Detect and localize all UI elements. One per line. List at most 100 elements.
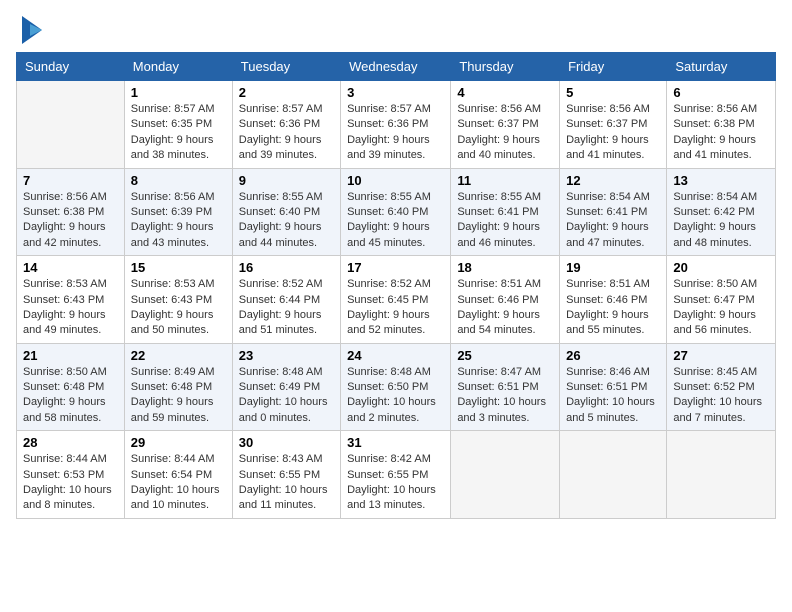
day-number: 1 (131, 85, 226, 100)
day-number: 28 (23, 435, 118, 450)
day-info: Sunrise: 8:47 AMSunset: 6:51 PMDaylight:… (457, 365, 553, 427)
day-info: Sunrise: 8:56 AMSunset: 6:38 PMDaylight:… (673, 102, 769, 164)
day-number: 9 (239, 173, 334, 188)
day-number: 4 (457, 85, 553, 100)
calendar-day-cell: 3Sunrise: 8:57 AMSunset: 6:36 PMDaylight… (341, 81, 451, 169)
calendar-day-cell: 4 Sunrise: 8:56 AMSunset: 6:37 PMDaylight… (451, 81, 560, 169)
day-info: Sunrise: 8:56 AMSunset: 6:37 PMDaylight:… (566, 102, 660, 164)
day-info: Sunrise: 8:48 AMSunset: 6:49 PMDaylight:… (239, 365, 334, 427)
day-of-week-header: Saturday (667, 53, 776, 81)
calendar-day-cell: 5 Sunrise: 8:56 AMSunset: 6:37 PMDaylight… (560, 81, 667, 169)
day-number: 23 (239, 348, 334, 363)
day-number: 5 (566, 85, 660, 100)
day-info: Sunrise: 8:51 AMSunset: 6:46 PMDaylight:… (457, 277, 553, 339)
day-of-week-header: Tuesday (232, 53, 340, 81)
logo (16, 16, 44, 44)
calendar-day-cell: 11 Sunrise: 8:55 AMSunset: 6:41 PMDayligh… (451, 168, 560, 256)
day-info: Sunrise: 8:44 AMSunset: 6:54 PMDaylight:… (131, 452, 226, 514)
calendar-day-cell: 25 Sunrise: 8:47 AMSunset: 6:51 PMDayligh… (451, 343, 560, 431)
day-number: 6 (673, 85, 769, 100)
calendar-day-cell: 15 Sunrise: 8:53 AMSunset: 6:43 PMDayligh… (124, 256, 232, 344)
calendar-day-cell: 1Sunrise: 8:57 AMSunset: 6:35 PMDaylight… (124, 81, 232, 169)
day-info: Sunrise: 8:45 AMSunset: 6:52 PMDaylight:… (673, 365, 769, 427)
calendar-table: SundayMondayTuesdayWednesdayThursdayFrid… (16, 52, 776, 519)
day-info: Sunrise: 8:53 AMSunset: 6:43 PMDaylight:… (131, 277, 226, 339)
day-number: 17 (347, 260, 444, 275)
day-info: Sunrise: 8:57 AMSunset: 6:36 PMDaylight:… (239, 102, 334, 164)
calendar-day-cell: 7Sunrise: 8:56 AMSunset: 6:38 PMDaylight… (17, 168, 125, 256)
day-info: Sunrise: 8:43 AMSunset: 6:55 PMDaylight:… (239, 452, 334, 514)
logo-icon (20, 16, 44, 44)
day-info: Sunrise: 8:49 AMSunset: 6:48 PMDaylight:… (131, 365, 226, 427)
calendar-day-cell: 31Sunrise: 8:42 AMSunset: 6:55 PMDayligh… (341, 431, 451, 519)
day-info: Sunrise: 8:55 AMSunset: 6:40 PMDaylight:… (239, 190, 334, 252)
day-number: 18 (457, 260, 553, 275)
calendar-day-cell: 30 Sunrise: 8:43 AMSunset: 6:55 PMDayligh… (232, 431, 340, 519)
calendar-day-cell: 16 Sunrise: 8:52 AMSunset: 6:44 PMDayligh… (232, 256, 340, 344)
day-number: 26 (566, 348, 660, 363)
day-number: 8 (131, 173, 226, 188)
calendar-day-cell: 23 Sunrise: 8:48 AMSunset: 6:49 PMDayligh… (232, 343, 340, 431)
calendar-day-cell: 28 Sunrise: 8:44 AMSunset: 6:53 PMDayligh… (17, 431, 125, 519)
day-info: Sunrise: 8:50 AMSunset: 6:48 PMDaylight:… (23, 365, 118, 427)
calendar-day-cell: 27 Sunrise: 8:45 AMSunset: 6:52 PMDayligh… (667, 343, 776, 431)
day-number: 11 (457, 173, 553, 188)
calendar-day-cell: 24 Sunrise: 8:48 AMSunset: 6:50 PMDayligh… (341, 343, 451, 431)
day-number: 21 (23, 348, 118, 363)
day-info: Sunrise: 8:55 AMSunset: 6:40 PMDaylight:… (347, 190, 444, 252)
calendar-header-row: SundayMondayTuesdayWednesdayThursdayFrid… (17, 53, 776, 81)
day-info: Sunrise: 8:56 AMSunset: 6:37 PMDaylight:… (457, 102, 553, 164)
calendar-day-cell: 17 Sunrise: 8:52 AMSunset: 6:45 PMDayligh… (341, 256, 451, 344)
day-number: 14 (23, 260, 118, 275)
calendar-day-cell: 2 Sunrise: 8:57 AMSunset: 6:36 PMDaylight… (232, 81, 340, 169)
day-info: Sunrise: 8:56 AMSunset: 6:39 PMDaylight:… (131, 190, 226, 252)
calendar-week-row: 28 Sunrise: 8:44 AMSunset: 6:53 PMDayligh… (17, 431, 776, 519)
calendar-week-row: 21 Sunrise: 8:50 AMSunset: 6:48 PMDayligh… (17, 343, 776, 431)
calendar-day-cell: 14 Sunrise: 8:53 AMSunset: 6:43 PMDayligh… (17, 256, 125, 344)
day-number: 2 (239, 85, 334, 100)
calendar-day-cell: 19Sunrise: 8:51 AMSunset: 6:46 PMDayligh… (560, 256, 667, 344)
day-number: 27 (673, 348, 769, 363)
day-number: 29 (131, 435, 226, 450)
calendar-day-cell: 26Sunrise: 8:46 AMSunset: 6:51 PMDayligh… (560, 343, 667, 431)
day-number: 12 (566, 173, 660, 188)
day-number: 22 (131, 348, 226, 363)
calendar-day-cell (667, 431, 776, 519)
calendar-day-cell: 10Sunrise: 8:55 AMSunset: 6:40 PMDayligh… (341, 168, 451, 256)
calendar-week-row: 1Sunrise: 8:57 AMSunset: 6:35 PMDaylight… (17, 81, 776, 169)
calendar-day-cell: 12 Sunrise: 8:54 AMSunset: 6:41 PMDayligh… (560, 168, 667, 256)
day-info: Sunrise: 8:53 AMSunset: 6:43 PMDaylight:… (23, 277, 118, 339)
calendar-day-cell: 8 Sunrise: 8:56 AMSunset: 6:39 PMDaylight… (124, 168, 232, 256)
calendar-day-cell (560, 431, 667, 519)
day-number: 16 (239, 260, 334, 275)
day-number: 20 (673, 260, 769, 275)
day-info: Sunrise: 8:54 AMSunset: 6:41 PMDaylight:… (566, 190, 660, 252)
day-number: 25 (457, 348, 553, 363)
day-info: Sunrise: 8:52 AMSunset: 6:44 PMDaylight:… (239, 277, 334, 339)
day-number: 30 (239, 435, 334, 450)
calendar-day-cell (17, 81, 125, 169)
day-number: 3 (347, 85, 444, 100)
day-info: Sunrise: 8:42 AMSunset: 6:55 PMDaylight:… (347, 452, 444, 514)
day-number: 15 (131, 260, 226, 275)
calendar-day-cell (451, 431, 560, 519)
calendar-day-cell: 6 Sunrise: 8:56 AMSunset: 6:38 PMDaylight… (667, 81, 776, 169)
calendar-day-cell: 9 Sunrise: 8:55 AMSunset: 6:40 PMDaylight… (232, 168, 340, 256)
day-info: Sunrise: 8:50 AMSunset: 6:47 PMDaylight:… (673, 277, 769, 339)
day-of-week-header: Wednesday (341, 53, 451, 81)
calendar-week-row: 14 Sunrise: 8:53 AMSunset: 6:43 PMDayligh… (17, 256, 776, 344)
page-header (16, 16, 776, 44)
day-info: Sunrise: 8:48 AMSunset: 6:50 PMDaylight:… (347, 365, 444, 427)
day-of-week-header: Monday (124, 53, 232, 81)
calendar-week-row: 7Sunrise: 8:56 AMSunset: 6:38 PMDaylight… (17, 168, 776, 256)
calendar-day-cell: 20 Sunrise: 8:50 AMSunset: 6:47 PMDayligh… (667, 256, 776, 344)
calendar-day-cell: 21 Sunrise: 8:50 AMSunset: 6:48 PMDayligh… (17, 343, 125, 431)
day-info: Sunrise: 8:52 AMSunset: 6:45 PMDaylight:… (347, 277, 444, 339)
day-info: Sunrise: 8:51 AMSunset: 6:46 PMDaylight:… (566, 277, 660, 339)
day-number: 24 (347, 348, 444, 363)
day-info: Sunrise: 8:54 AMSunset: 6:42 PMDaylight:… (673, 190, 769, 252)
day-of-week-header: Thursday (451, 53, 560, 81)
day-info: Sunrise: 8:55 AMSunset: 6:41 PMDaylight:… (457, 190, 553, 252)
day-number: 7 (23, 173, 118, 188)
day-info: Sunrise: 8:44 AMSunset: 6:53 PMDaylight:… (23, 452, 118, 514)
